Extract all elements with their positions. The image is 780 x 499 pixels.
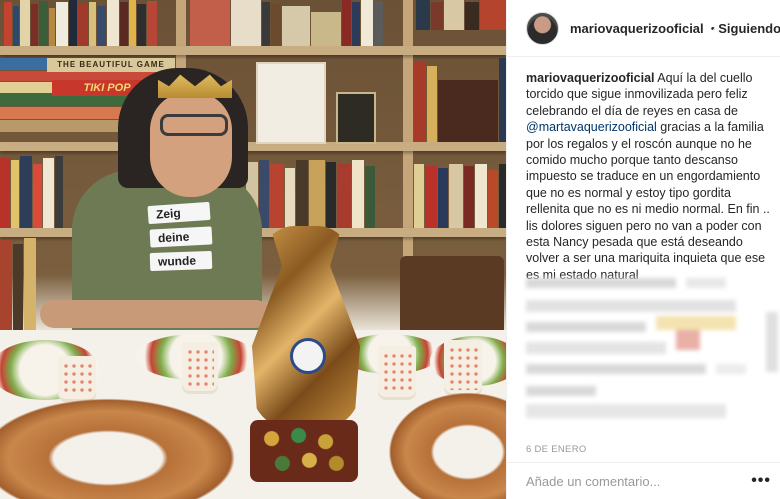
framed-picture bbox=[256, 62, 326, 144]
post-header: mariovaquerizooficial • Siguiendo bbox=[507, 0, 780, 57]
username-link[interactable]: mariovaquerizooficial bbox=[570, 21, 704, 36]
book-row bbox=[414, 56, 506, 142]
paper-cup bbox=[182, 342, 218, 394]
book-title: THE BEAUTIFUL GAME bbox=[47, 58, 175, 72]
framed-portrait bbox=[336, 92, 376, 144]
paper-cup bbox=[58, 356, 96, 402]
shirt-text: deine bbox=[149, 226, 213, 248]
person-face bbox=[150, 92, 232, 197]
book-row bbox=[0, 238, 37, 330]
caption-text: gracias a la familia por los regalos y e… bbox=[526, 120, 770, 282]
comment-bar: ••• bbox=[507, 462, 780, 499]
more-options-icon[interactable]: ••• bbox=[751, 472, 771, 490]
bookshelf bbox=[0, 142, 506, 151]
gift-bag-label bbox=[290, 338, 326, 374]
book-row bbox=[416, 0, 506, 30]
book-row bbox=[190, 0, 384, 46]
glasses bbox=[160, 114, 228, 136]
chocolates-tray bbox=[250, 420, 358, 482]
shirt-text: wunde bbox=[149, 250, 213, 272]
avatar[interactable] bbox=[526, 11, 559, 45]
post-photo[interactable]: THE BEAUTIFUL GAME TIKI POP Zeig deine w… bbox=[0, 0, 506, 499]
person-arms bbox=[40, 300, 270, 328]
mention-link[interactable]: @martavaquerizooficial bbox=[526, 120, 657, 134]
bookshelf bbox=[0, 46, 506, 55]
book-row bbox=[0, 156, 64, 228]
follow-status-button[interactable]: Siguiendo bbox=[718, 21, 780, 36]
comment-input[interactable] bbox=[526, 473, 752, 489]
book-row bbox=[4, 0, 158, 46]
post-date: 6 DE ENERO bbox=[526, 444, 587, 455]
book-row bbox=[246, 160, 376, 228]
blurred-comments bbox=[526, 272, 778, 432]
book-row bbox=[414, 164, 506, 228]
paper-cup bbox=[378, 346, 416, 400]
paper-cup bbox=[444, 340, 482, 396]
caption-author-link[interactable]: mariovaquerizooficial bbox=[526, 71, 655, 85]
post-side-panel: mariovaquerizooficial • Siguiendo mariov… bbox=[506, 0, 780, 499]
chair bbox=[400, 256, 504, 336]
gift-bag bbox=[252, 226, 360, 426]
post-caption: mariovaquerizooficial Aquí la del cuello… bbox=[526, 70, 776, 283]
